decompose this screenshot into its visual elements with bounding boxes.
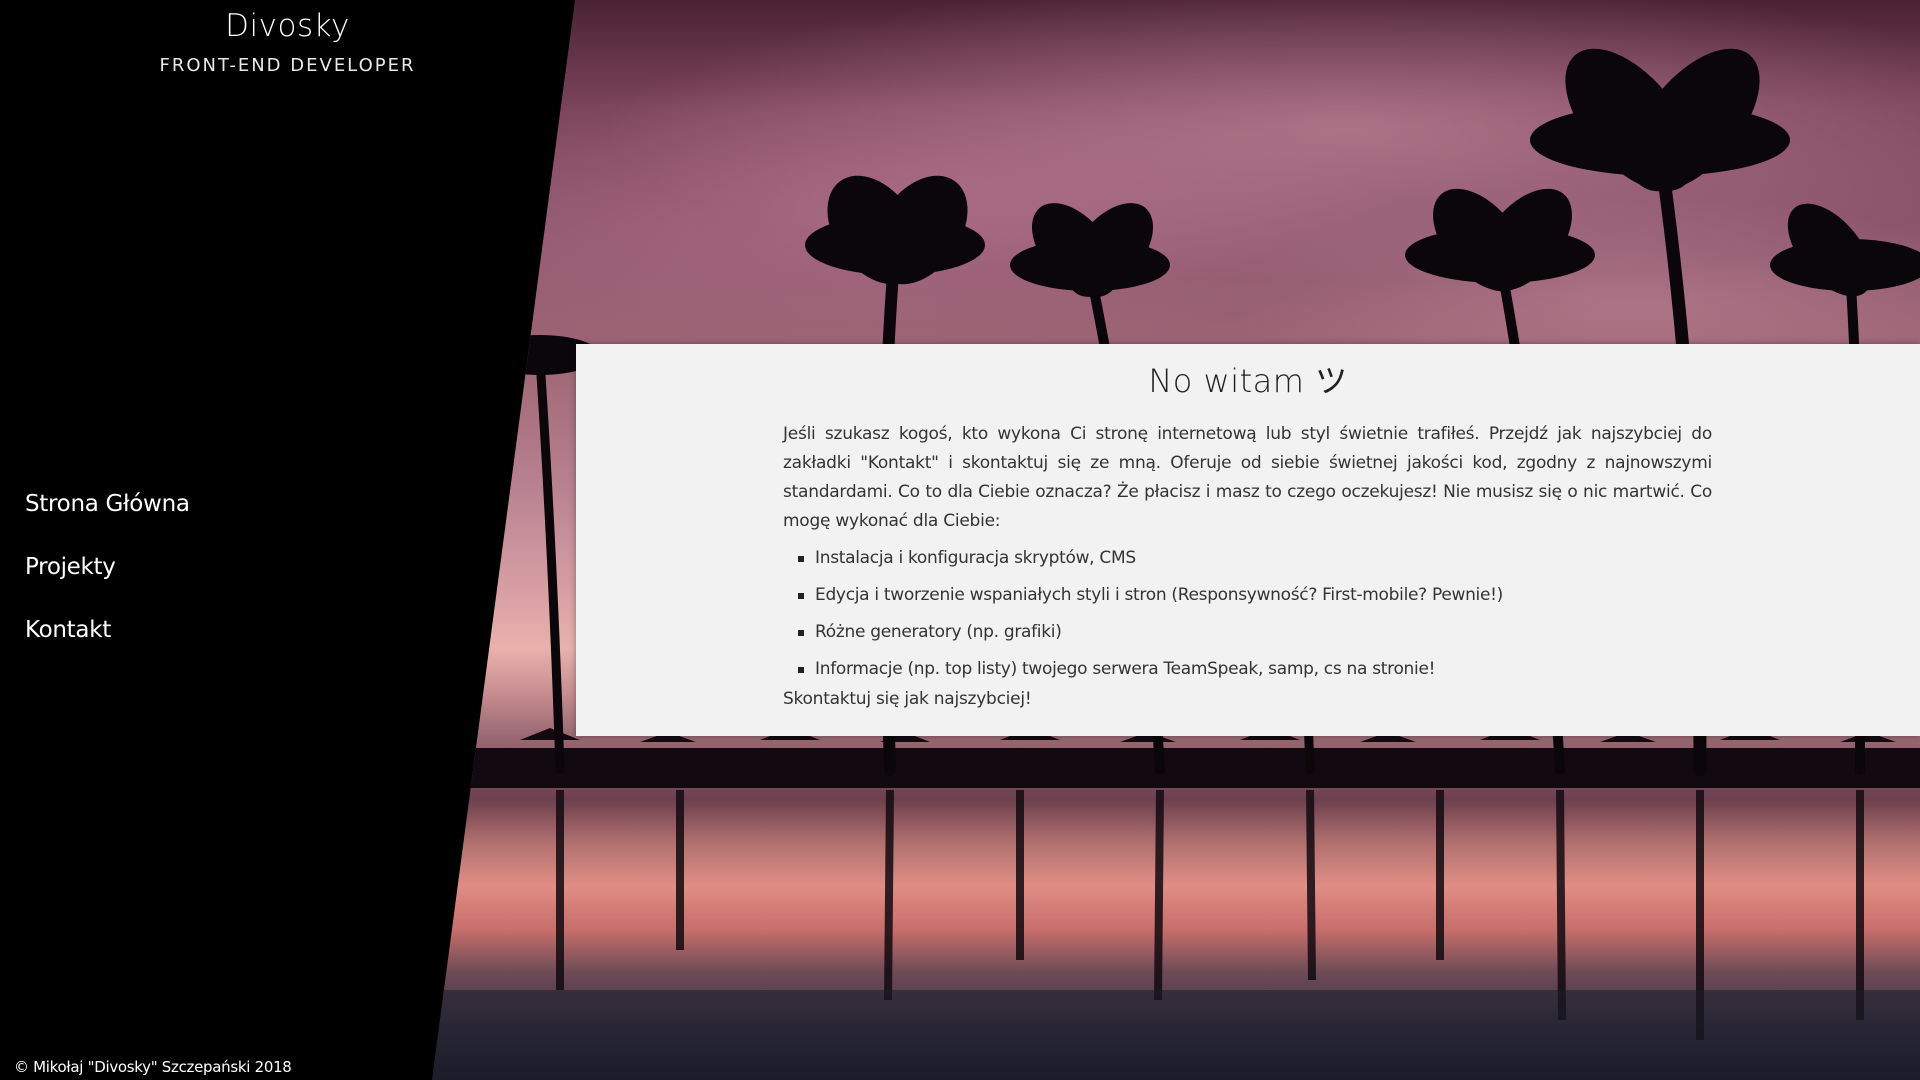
nav-item-projects[interactable]: Projekty <box>25 553 190 581</box>
footer-copyright: © Mikołaj "Divosky" Szczepański 2018 <box>14 1058 292 1076</box>
list-item: Informacje (np. top listy) twojego serwe… <box>798 655 1712 684</box>
outro-paragraph: Skontaktuj się jak najszybciej! <box>783 689 1032 709</box>
list-item: Edycja i tworzenie wspaniałych styli i s… <box>798 581 1712 610</box>
intro-paragraph: Jeśli szukasz kogoś, kto wykona Ci stron… <box>783 424 1712 531</box>
list-item: Różne generatory (np. grafiki) <box>798 618 1712 647</box>
site-logo-name[interactable]: Divosky <box>0 6 575 46</box>
services-list: Instalacja i konfiguracja skryptów, CMS … <box>783 544 1712 684</box>
page: Divosky FRONT-END DEVELOPER Strona Główn… <box>0 0 1920 1080</box>
welcome-body: Jeśli szukasz kogoś, kto wykona Ci stron… <box>783 420 1712 714</box>
list-item: Instalacja i konfiguracja skryptów, CMS <box>798 544 1712 573</box>
main-navigation: Strona Główna Projekty Kontakt <box>25 490 190 679</box>
site-header: Divosky FRONT-END DEVELOPER <box>0 6 575 76</box>
nav-item-contact[interactable]: Kontakt <box>25 616 190 644</box>
nav-item-home[interactable]: Strona Główna <box>25 490 190 518</box>
welcome-title: No witam ツ <box>1148 362 1348 400</box>
site-tagline: FRONT-END DEVELOPER <box>159 55 416 76</box>
welcome-card: No witam ツ Jeśli szukasz kogoś, kto wyko… <box>576 344 1920 736</box>
